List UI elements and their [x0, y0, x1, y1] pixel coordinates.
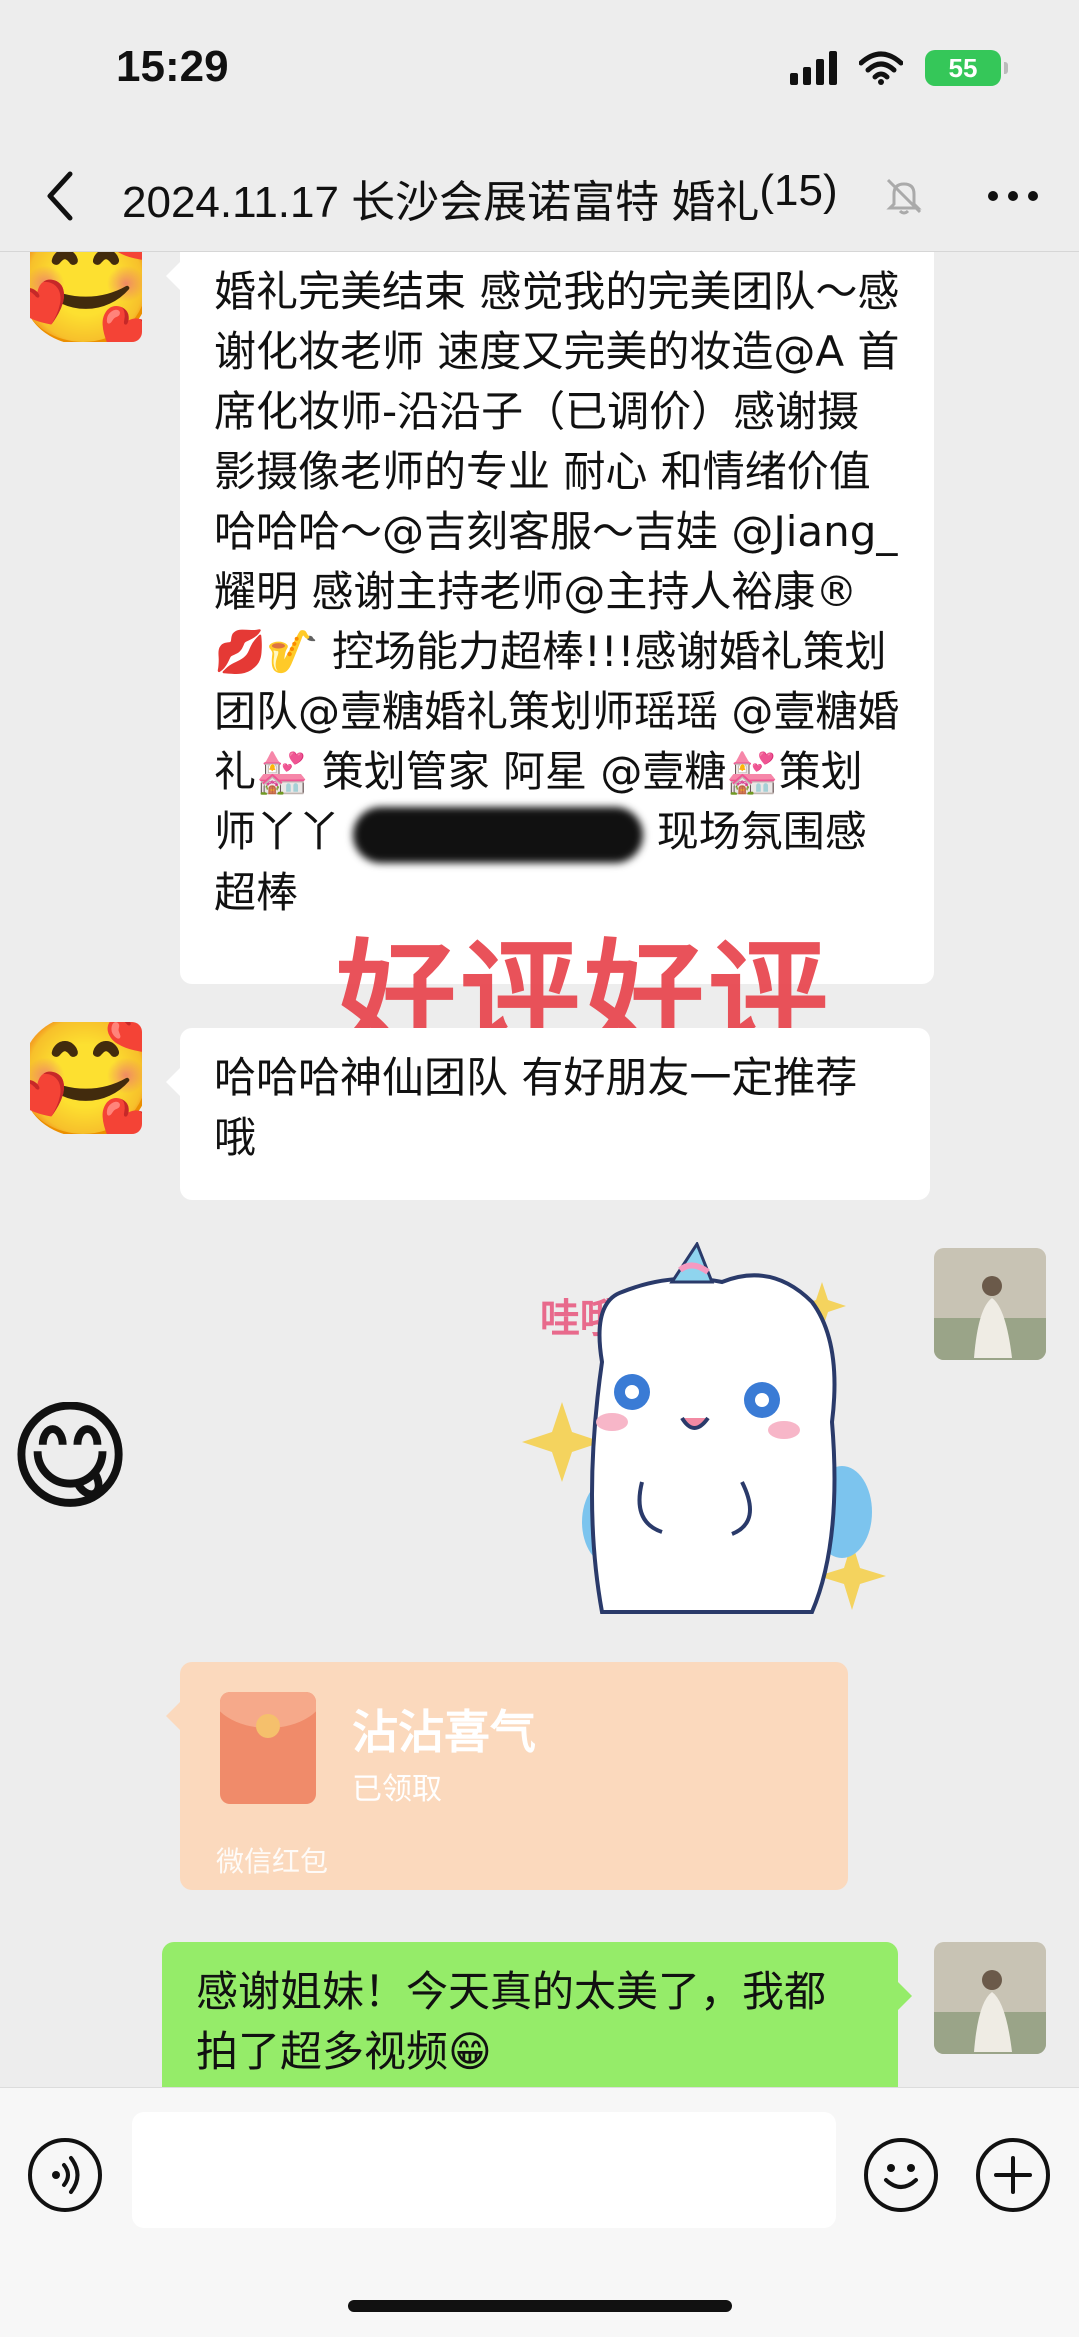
bride-photo-icon: [934, 1248, 1046, 1360]
input-bar: [0, 2087, 1079, 2337]
plus-icon: [994, 2156, 1032, 2194]
voice-icon: [52, 2156, 80, 2194]
chat-title: 2024.11.17 长沙会展诺富特 婚礼(15): [122, 166, 882, 230]
red-packet-status: 已领取: [352, 1772, 442, 1807]
chat-messages: 🥰 婚礼完美结束 感觉我的完美团队～感谢化妆老师 速度又完美的妆造@A 首席化妆…: [0, 252, 1079, 2087]
smiley-icon: [884, 2164, 918, 2189]
face-savoring-food-icon: 😋: [14, 1402, 126, 1514]
red-packet-card[interactable]: 沾沾喜气 已领取 微信红包: [166, 1662, 848, 1890]
status-bar: 15:29 55: [0, 0, 1079, 140]
bride-photo-icon: [934, 1942, 1046, 2054]
avatar[interactable]: 🥰: [30, 1022, 142, 1134]
message-bubble[interactable]: 哈哈哈神仙团队 有好朋友一定推荐哦: [166, 1028, 930, 1200]
back-icon[interactable]: [40, 168, 80, 224]
redacted-phone-number: [353, 806, 644, 863]
red-packet-label: 微信红包: [216, 1845, 329, 1878]
member-count: (15): [759, 166, 838, 215]
message-bubble[interactable]: 感谢姐妹！今天真的太美了，我都拍了超多视频😁: [162, 1942, 912, 2087]
emoji-button[interactable]: [864, 2138, 938, 2212]
red-envelope-icon: [220, 1692, 316, 1804]
cat-sticker[interactable]: 哇哦: [522, 1242, 900, 1622]
message-input[interactable]: [132, 2112, 836, 2228]
home-indicator: [348, 2300, 732, 2312]
mute-bell-icon: [886, 178, 922, 215]
cellular-signal-icon: [790, 51, 837, 85]
wifi-icon: [859, 51, 903, 85]
message-bubble[interactable]: 婚礼完美结束 感觉我的完美团队～感谢化妆老师 速度又完美的妆造@A 首席化妆师-…: [166, 252, 934, 984]
status-time: 15:29: [116, 42, 229, 91]
group-name: 2024.11.17 长沙会展诺富特 婚礼: [122, 178, 760, 227]
smiling-face-with-hearts-icon: 🥰: [30, 1022, 142, 1134]
red-packet-title: 沾沾喜气: [352, 1705, 536, 1759]
message-text: 哈哈哈神仙团队 有好朋友一定推荐哦: [214, 1053, 858, 1162]
avatar[interactable]: 🥰: [30, 252, 142, 342]
my-avatar[interactable]: [934, 1248, 1046, 1360]
voice-button[interactable]: [28, 2138, 102, 2212]
more-functions-button[interactable]: [976, 2138, 1050, 2212]
more-options-icon[interactable]: [985, 176, 1041, 216]
smiling-face-with-hearts-icon: 🥰: [30, 252, 142, 342]
message-text: 婚礼完美结束 感觉我的完美团队～感谢化妆老师 速度又完美的妆造@A 首席化妆师-…: [214, 267, 900, 856]
chat-header: 2024.11.17 长沙会展诺富特 婚礼(15): [0, 140, 1079, 252]
battery-icon: 55: [925, 50, 1008, 86]
my-avatar[interactable]: [934, 1942, 1046, 2054]
avatar[interactable]: 😋: [14, 1402, 126, 1514]
status-icons: 55: [790, 50, 1008, 86]
message-text: 感谢姐妹！今天真的太美了，我都拍了超多视频😁: [196, 1967, 827, 2076]
